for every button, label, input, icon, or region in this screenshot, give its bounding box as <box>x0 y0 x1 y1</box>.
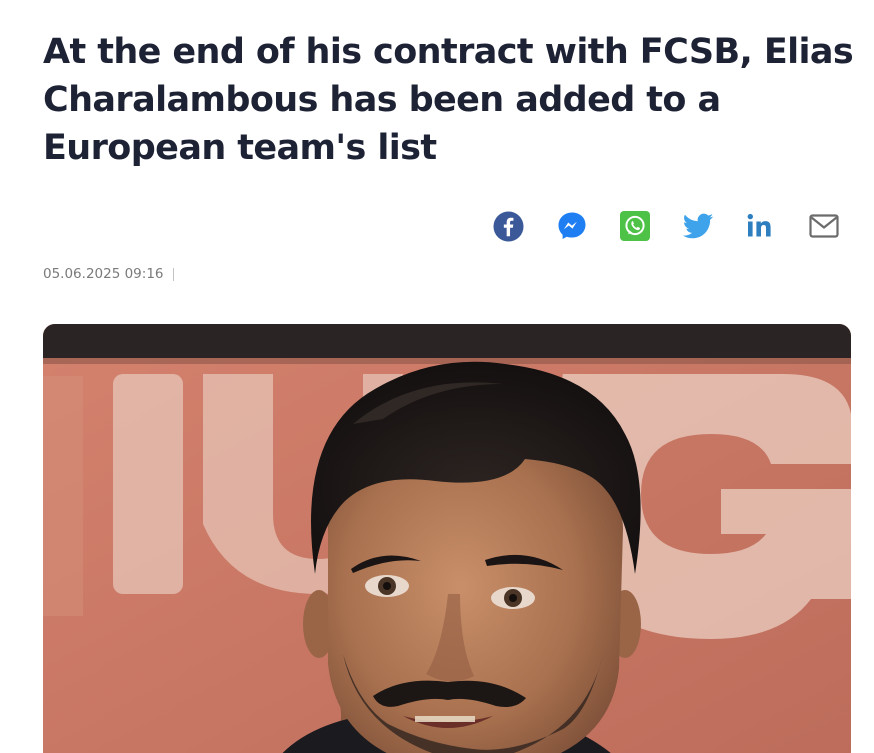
email-icon <box>808 214 839 238</box>
email-share-button[interactable] <box>807 210 840 243</box>
article-title: At the end of his contract with FCSB, El… <box>43 32 854 168</box>
publish-date: 05.06.2025 09:16 <box>43 266 164 282</box>
meta-divider <box>172 267 174 281</box>
messenger-icon <box>558 212 585 239</box>
whatsapp-icon <box>619 211 650 241</box>
coach-portrait-photo <box>43 324 851 753</box>
share-bar <box>492 207 840 245</box>
twitter-share-button[interactable] <box>681 210 714 243</box>
article-meta: 05.06.2025 09:16 <box>43 266 174 282</box>
messenger-share-button[interactable] <box>555 210 588 243</box>
twitter-icon <box>682 213 713 239</box>
whatsapp-share-button[interactable] <box>618 210 651 243</box>
facebook-icon <box>493 210 524 242</box>
facebook-share-button[interactable] <box>492 210 525 243</box>
article-hero-image <box>43 324 851 753</box>
linkedin-icon <box>747 213 771 237</box>
linkedin-share-button[interactable] <box>744 210 777 243</box>
article: At the end of his contract with FCSB, El… <box>0 0 874 753</box>
